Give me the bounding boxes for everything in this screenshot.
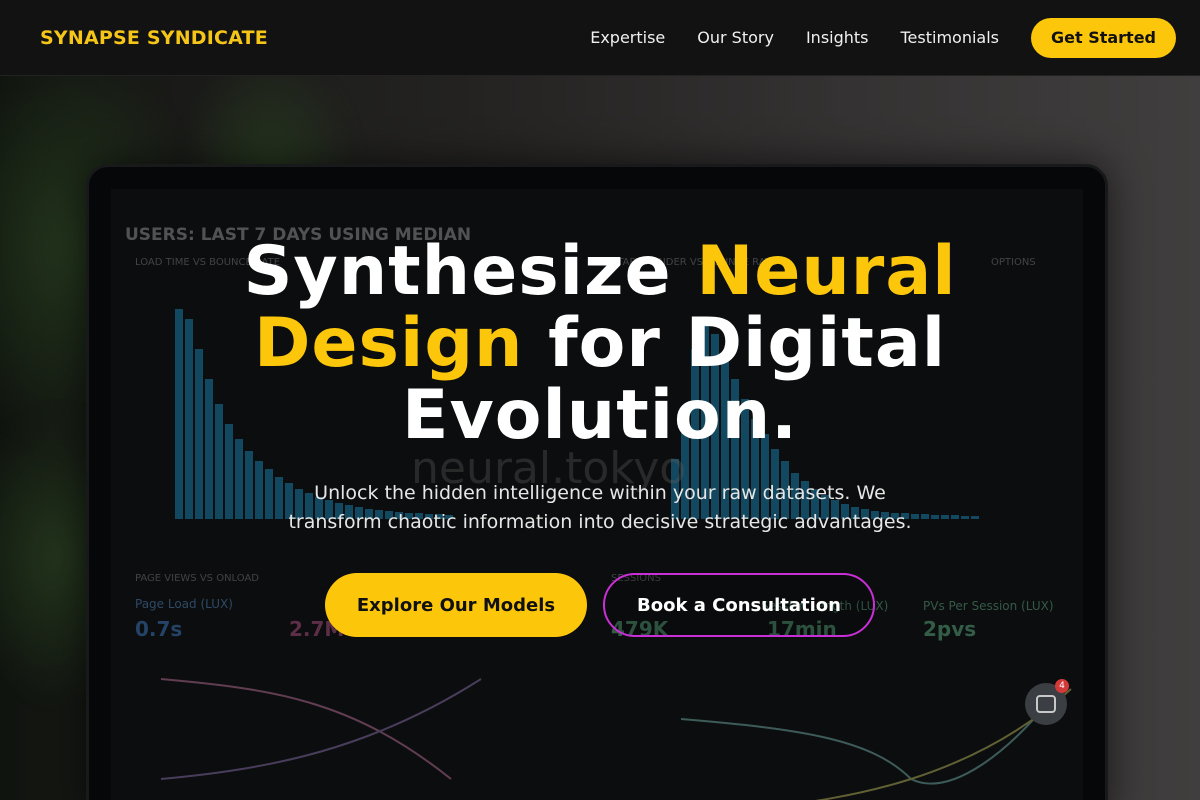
nav-link-insights[interactable]: Insights [806,28,869,47]
chat-widget-button[interactable]: 4 [1025,679,1069,725]
chat-bubble-icon [1036,695,1056,713]
nav-links: Expertise Our Story Insights Testimonial… [590,17,1176,58]
book-consultation-button[interactable]: Book a Consultation [603,573,875,637]
headline-accent-text: Neural [696,232,957,311]
chat-notification-badge: 4 [1055,679,1069,693]
hero-section: Synthesize Neural Design for Digital Evo… [0,76,1200,800]
subheadline-line: Unlock the hidden intelligence within yo… [314,482,886,504]
hero-headline: Synthesize Neural Design for Digital Evo… [0,236,1200,452]
subheadline-line: transform chaotic information into decis… [288,511,912,533]
headline-text: for Digital [523,304,947,383]
brand-logo[interactable]: SYNAPSE SYNDICATE [40,27,268,49]
headline-text: Synthesize [243,232,697,311]
top-navbar: SYNAPSE SYNDICATE Expertise Our Story In… [0,0,1200,76]
explore-models-button[interactable]: Explore Our Models [325,573,587,637]
hero-subheadline: Unlock the hidden intelligence within yo… [0,479,1200,537]
headline-accent-text: Design [253,304,524,383]
headline-text: Evolution. [402,376,798,455]
nav-link-testimonials[interactable]: Testimonials [901,28,1000,47]
nav-link-expertise[interactable]: Expertise [590,28,665,47]
nav-link-our-story[interactable]: Our Story [697,28,774,47]
get-started-button[interactable]: Get Started [1031,17,1176,58]
